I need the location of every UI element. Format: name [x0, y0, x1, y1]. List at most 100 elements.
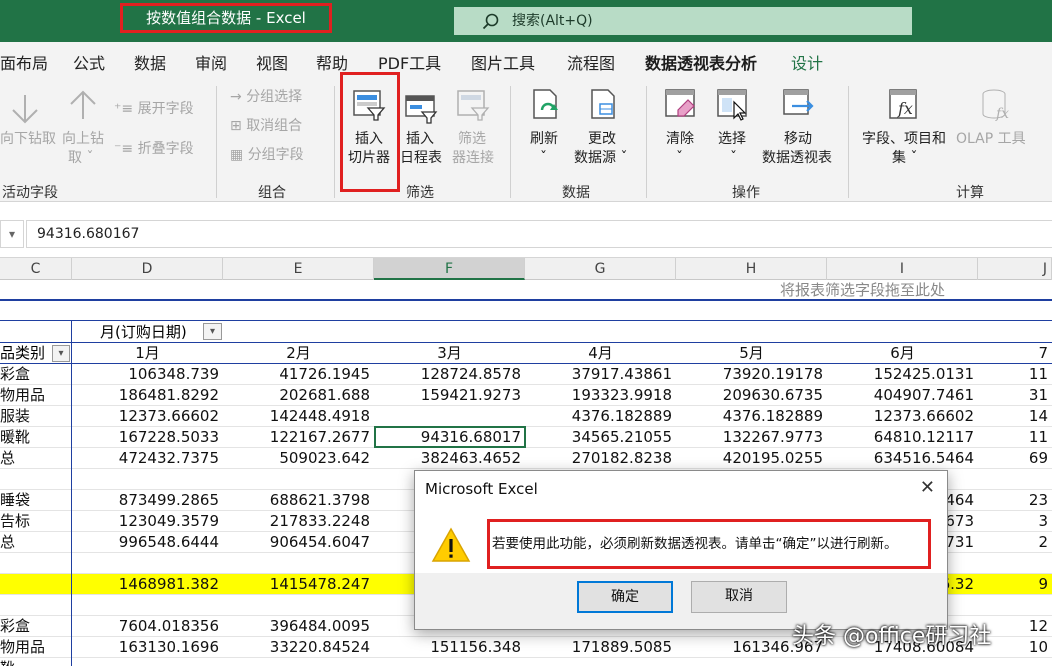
- column-header-j[interactable]: J: [978, 258, 1052, 280]
- fields-items-sets-button[interactable]: 字段、项目和: [862, 130, 946, 149]
- value-cell[interactable]: [827, 658, 978, 666]
- value-cell[interactable]: [72, 469, 223, 490]
- group-field-button[interactable]: ▦ 分组字段: [230, 146, 304, 165]
- value-cell[interactable]: 7604.018356: [72, 616, 223, 637]
- value-cell[interactable]: 12373.66602: [827, 406, 978, 427]
- value-cell[interactable]: 34565.21055: [525, 427, 676, 448]
- tab-formulas[interactable]: 公式: [73, 50, 105, 74]
- cancel-button[interactable]: 取消: [691, 581, 787, 613]
- value-cell[interactable]: [978, 658, 1052, 666]
- value-cell[interactable]: 1468981.382: [72, 574, 223, 595]
- month-header[interactable]: 7: [978, 343, 1052, 364]
- ok-button[interactable]: 确定: [577, 581, 673, 613]
- value-cell[interactable]: 11: [978, 364, 1052, 385]
- olap-tools-button[interactable]: OLAP 工具: [956, 130, 1026, 149]
- tab-page-layout[interactable]: 面布局: [0, 50, 48, 74]
- value-cell[interactable]: 4376.182889: [676, 406, 827, 427]
- fields-items-sets-dropdown[interactable]: 集 ˇ: [892, 149, 917, 168]
- value-cell[interactable]: 509023.642: [223, 448, 374, 469]
- value-cell[interactable]: 382463.4652: [374, 448, 525, 469]
- row-label[interactable]: 总: [0, 448, 70, 469]
- row-label[interactable]: 靴: [0, 658, 70, 666]
- month-header[interactable]: 5月: [676, 343, 827, 364]
- value-cell[interactable]: 123049.3579: [72, 511, 223, 532]
- value-cell[interactable]: 128724.8578: [374, 364, 525, 385]
- filter-connections-button[interactable]: 筛选: [458, 130, 486, 149]
- month-header[interactable]: 2月: [223, 343, 374, 364]
- value-cell[interactable]: 404907.7461: [827, 385, 978, 406]
- value-cell[interactable]: 23: [978, 490, 1052, 511]
- row-label[interactable]: 总: [0, 532, 70, 553]
- tab-review[interactable]: 审阅: [195, 50, 227, 74]
- value-cell[interactable]: [72, 553, 223, 574]
- row-label[interactable]: 告标: [0, 511, 70, 532]
- clear-dropdown[interactable]: ˇ: [676, 149, 683, 168]
- row-label[interactable]: 睡袋: [0, 490, 70, 511]
- row-label[interactable]: 彩盒: [0, 616, 70, 637]
- value-cell[interactable]: 1415478.247: [223, 574, 374, 595]
- formula-input[interactable]: 94316.680167: [26, 220, 1052, 248]
- value-cell[interactable]: 472432.7375: [72, 448, 223, 469]
- value-cell[interactable]: 73920.19178: [676, 364, 827, 385]
- collapse-field-button[interactable]: ⁻≡ 折叠字段: [114, 140, 194, 159]
- month-header[interactable]: 4月: [525, 343, 676, 364]
- value-cell[interactable]: [223, 595, 374, 616]
- drill-up-button[interactable]: 向上钻: [62, 130, 104, 149]
- tab-pivot-analyze[interactable]: 数据透视表分析: [645, 50, 758, 82]
- value-cell[interactable]: 186481.8292: [72, 385, 223, 406]
- ungroup-button[interactable]: ⊞ 取消组合: [230, 117, 302, 136]
- row-label[interactable]: 暖靴: [0, 427, 70, 448]
- expand-field-button[interactable]: ⁺≡ 展开字段: [114, 100, 194, 119]
- value-cell[interactable]: 122167.2677: [223, 427, 374, 448]
- month-header[interactable]: 3月: [374, 343, 525, 364]
- tab-picture-tools[interactable]: 图片工具: [471, 50, 535, 74]
- column-header-c[interactable]: C: [0, 258, 72, 280]
- group-selection-button[interactable]: → 分组选择: [230, 88, 302, 107]
- column-header-i[interactable]: I: [827, 258, 978, 280]
- value-cell[interactable]: 4376.182889: [525, 406, 676, 427]
- value-cell[interactable]: 94316.68017: [374, 427, 525, 448]
- value-cell[interactable]: 31: [978, 385, 1052, 406]
- row-label[interactable]: 物用品: [0, 637, 70, 658]
- value-cell[interactable]: [525, 658, 676, 666]
- value-cell[interactable]: [978, 553, 1052, 574]
- move-pivot-button[interactable]: 移动: [784, 130, 812, 149]
- refresh-dropdown[interactable]: ˇ: [540, 149, 547, 168]
- value-cell[interactable]: 396484.0095: [223, 616, 374, 637]
- row-label[interactable]: [0, 469, 70, 490]
- value-cell[interactable]: 996548.6444: [72, 532, 223, 553]
- value-cell[interactable]: 2: [978, 532, 1052, 553]
- value-cell[interactable]: [676, 658, 827, 666]
- name-box-edge[interactable]: ▾: [0, 220, 24, 248]
- value-cell[interactable]: 152425.0131: [827, 364, 978, 385]
- value-cell[interactable]: [978, 595, 1052, 616]
- tab-flowchart[interactable]: 流程图: [567, 50, 615, 74]
- value-cell[interactable]: 14: [978, 406, 1052, 427]
- value-cell[interactable]: 217833.2248: [223, 511, 374, 532]
- value-cell[interactable]: 906454.6047: [223, 532, 374, 553]
- value-cell[interactable]: 209630.6735: [676, 385, 827, 406]
- close-button[interactable]: ✕: [920, 477, 935, 498]
- value-cell[interactable]: 33220.84524: [223, 637, 374, 658]
- value-cell[interactable]: [223, 553, 374, 574]
- select-dropdown[interactable]: ˇ: [730, 149, 737, 168]
- value-cell[interactable]: 634516.5464: [827, 448, 978, 469]
- value-cell[interactable]: 3: [978, 511, 1052, 532]
- clear-button[interactable]: 清除: [666, 130, 694, 149]
- row-label[interactable]: [0, 553, 70, 574]
- value-cell[interactable]: 132267.9773: [676, 427, 827, 448]
- month-header[interactable]: 6月: [827, 343, 978, 364]
- value-cell[interactable]: [72, 595, 223, 616]
- value-cell[interactable]: 9: [978, 574, 1052, 595]
- value-cell[interactable]: [223, 658, 374, 666]
- value-cell[interactable]: 11: [978, 427, 1052, 448]
- insert-timeline-button[interactable]: 插入: [406, 130, 434, 149]
- search-box[interactable]: 搜索(Alt+Q): [454, 7, 912, 35]
- value-cell[interactable]: [223, 469, 374, 490]
- value-cell[interactable]: 106348.739: [72, 364, 223, 385]
- value-cell[interactable]: [72, 658, 223, 666]
- tab-help[interactable]: 帮助: [316, 50, 348, 74]
- value-cell[interactable]: 159421.9273: [374, 385, 525, 406]
- value-cell[interactable]: 37917.43861: [525, 364, 676, 385]
- tab-design[interactable]: 设计: [791, 50, 823, 74]
